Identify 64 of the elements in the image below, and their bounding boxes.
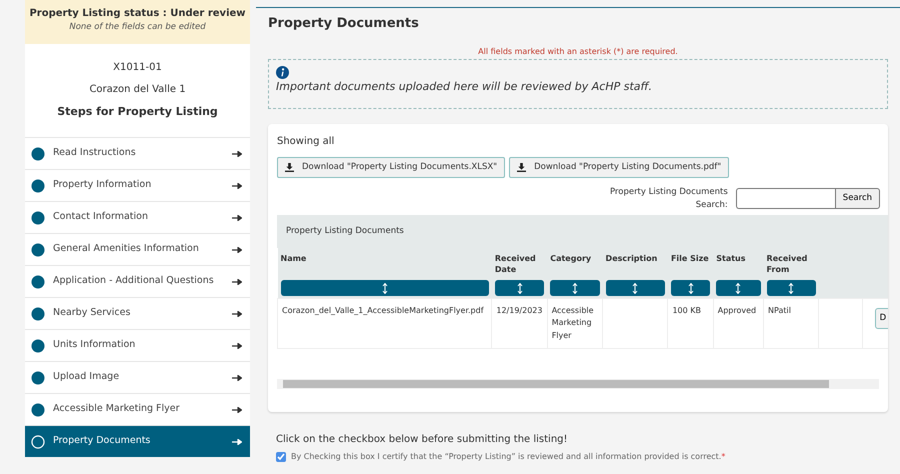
status-title: Property Listing status : Under review (29, 7, 246, 21)
steps-heading: Steps for Property Listing (57, 104, 218, 120)
sort-button[interactable] (494, 280, 544, 296)
download-button[interactable]: Download "Property Listing Documents.XLSX" (277, 157, 506, 178)
table-cell: Accessible Marketing Flyer (552, 306, 594, 340)
showing-text: Showing all (277, 135, 336, 149)
required-note: All fields marked with an asterisk (*) are required. (477, 46, 679, 58)
sort-icon (632, 282, 638, 294)
sort-button[interactable] (766, 280, 816, 296)
arrow-icon (232, 342, 242, 348)
sort-icon (788, 282, 794, 294)
listing-name: Corazon del Valle 1 (89, 83, 186, 97)
arrow-icon (232, 150, 242, 156)
arrow-icon (232, 182, 242, 188)
listing-code: X1011-01 (113, 61, 162, 75)
step-item[interactable]: Upload Image (25, 361, 250, 393)
certify-checkbox[interactable] (276, 452, 286, 462)
step-item[interactable]: Property Documents (25, 425, 250, 457)
step-item[interactable]: Accessible Marketing Flyer (25, 393, 250, 425)
search-field[interactable] (736, 188, 835, 209)
step-item[interactable]: Contact Information (25, 201, 250, 233)
action-button[interactable]: D (874, 308, 888, 330)
required-mark: * (721, 452, 726, 461)
search-button[interactable]: Search (834, 188, 880, 209)
status-note: None of the fields can be edited (68, 21, 207, 34)
horizontal-scrollbar[interactable] (277, 379, 879, 390)
table-caption: Property Listing Documents (277, 215, 888, 248)
arrow-icon (232, 214, 242, 220)
download-icon (517, 162, 526, 172)
download-icon (285, 162, 294, 172)
step-item[interactable]: Units Information (25, 329, 250, 361)
arrow-icon (232, 374, 242, 380)
info-message: Important documents uploaded here will be reviewed by AcHP staff. (276, 79, 653, 95)
arrow-icon (232, 438, 242, 444)
sort-button[interactable] (606, 280, 665, 296)
table-cell: Corazon_del_Valle_1_AccessibleMarketingFlyer.pdf (282, 306, 484, 315)
step-item[interactable]: Nearby Services (25, 297, 250, 329)
table-cell: Approved (718, 306, 756, 315)
column-header[interactable]: File Size (670, 253, 710, 264)
step-item[interactable]: General Amenities Information (25, 233, 250, 265)
arrow-icon (232, 278, 242, 284)
download-button[interactable]: Download "Property Listing Documents.pdf" (509, 157, 730, 178)
certify-label[interactable]: By Checking this box I certify that the “Property Listing” is reviewed and all information provided is correct.* (291, 451, 726, 463)
arrow-icon (232, 406, 242, 412)
step-item[interactable]: Read Instructions (25, 137, 250, 169)
sort-icon (688, 282, 694, 294)
table-cell: NPatil (768, 306, 791, 315)
sort-button[interactable] (550, 280, 600, 296)
sort-icon (382, 282, 388, 294)
sort-button[interactable] (716, 280, 761, 296)
step-item[interactable]: Property Information (25, 169, 250, 201)
sort-icon (735, 282, 742, 294)
checkbox-instruction: Click on the checkbox below before submitting the listing! (276, 433, 569, 447)
sort-icon (572, 282, 578, 294)
table-cell: 100 KB (672, 306, 701, 315)
sort-button[interactable] (670, 280, 710, 296)
sort-icon (516, 282, 523, 294)
search-label: Property Listing Documents Search: (608, 186, 728, 212)
info-icon (276, 66, 289, 79)
page-title: Property Documents (268, 15, 420, 33)
step-item[interactable]: Application - Additional Questions (25, 265, 250, 297)
table-cell: 12/19/2023 (496, 306, 542, 315)
arrow-icon (232, 310, 242, 316)
arrow-icon (232, 246, 242, 252)
